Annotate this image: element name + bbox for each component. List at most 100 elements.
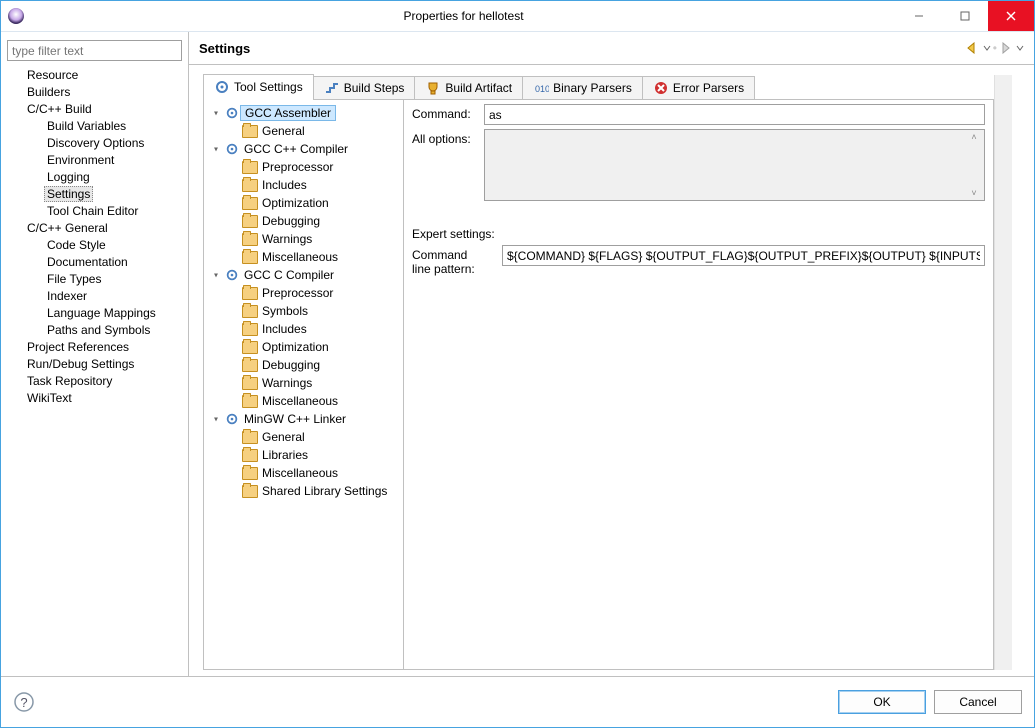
sidebar: ResourceBuildersC/C++ BuildBuild Variabl…: [1, 32, 189, 676]
nav-item[interactable]: Code Style: [7, 237, 182, 254]
tool-tree-item[interactable]: ▾MinGW C++ Linker: [206, 410, 401, 428]
tool-tree-item[interactable]: Debugging: [206, 212, 401, 230]
command-input[interactable]: [484, 104, 985, 125]
tab-bar: Tool Settings Build Steps Build Artifact: [203, 75, 994, 100]
tool-tree-item[interactable]: Warnings: [206, 230, 401, 248]
tool-tree-item[interactable]: Miscellaneous: [206, 248, 401, 266]
nav-item[interactable]: Discovery Options: [7, 135, 182, 152]
help-button[interactable]: ?: [13, 691, 35, 713]
filter-input[interactable]: [7, 40, 182, 61]
nav-item[interactable]: Environment: [7, 152, 182, 169]
tool-tree-label: Miscellaneous: [260, 250, 340, 264]
all-options-textarea[interactable]: ˄ ˅: [484, 129, 985, 201]
nav-item[interactable]: File Types: [7, 271, 182, 288]
tool-tree-label: Miscellaneous: [260, 394, 340, 408]
tool-tree-item[interactable]: General: [206, 428, 401, 446]
tool-tree-item[interactable]: Optimization: [206, 338, 401, 356]
pattern-label: Command line pattern:: [412, 245, 502, 276]
folder-icon: [242, 177, 258, 193]
nav-item[interactable]: Paths and Symbols: [7, 322, 182, 339]
tool-tree-item[interactable]: Symbols: [206, 302, 401, 320]
tool-tree-label: Optimization: [260, 340, 331, 354]
tool-tree-item[interactable]: ▾GCC Assembler: [206, 104, 401, 122]
folder-icon: [242, 393, 258, 409]
nav-item[interactable]: Tool Chain Editor: [7, 203, 182, 220]
tool-tree-item[interactable]: Warnings: [206, 374, 401, 392]
forward-button[interactable]: [999, 42, 1024, 54]
nav-tree[interactable]: ResourceBuildersC/C++ BuildBuild Variabl…: [7, 67, 182, 676]
tool-tree-label: Libraries: [260, 448, 310, 462]
trophy-icon: [425, 80, 441, 96]
nav-item[interactable]: Language Mappings: [7, 305, 182, 322]
tool-tree-item[interactable]: General: [206, 122, 401, 140]
tool-tree-item[interactable]: Shared Library Settings: [206, 482, 401, 500]
tool-tree-item[interactable]: Preprocessor: [206, 284, 401, 302]
nav-item[interactable]: C/C++ General: [7, 220, 182, 237]
vertical-scrollbar[interactable]: [994, 75, 1012, 670]
folder-icon: [242, 429, 258, 445]
scroll-up-icon[interactable]: ˄: [966, 132, 982, 142]
nav-item[interactable]: Indexer: [7, 288, 182, 305]
nav-item[interactable]: WikiText: [7, 390, 182, 407]
folder-icon: [242, 303, 258, 319]
tool-tree-item[interactable]: Libraries: [206, 446, 401, 464]
tab-build-steps[interactable]: Build Steps: [313, 76, 416, 99]
tool-tree-label: General: [260, 430, 307, 444]
cancel-button[interactable]: Cancel: [934, 690, 1022, 714]
nav-item[interactable]: Documentation: [7, 254, 182, 271]
close-button[interactable]: [988, 1, 1034, 31]
tool-tree-item[interactable]: Debugging: [206, 356, 401, 374]
nav-item[interactable]: C/C++ Build: [7, 101, 182, 118]
tool-tree-item[interactable]: Miscellaneous: [206, 464, 401, 482]
tool-tree-label: Symbols: [260, 304, 310, 318]
tool-tree-item[interactable]: Includes: [206, 176, 401, 194]
tool-tree-item[interactable]: Optimization: [206, 194, 401, 212]
nav-item[interactable]: Builders: [7, 84, 182, 101]
dialog-footer: ? OK Cancel: [1, 676, 1034, 727]
nav-item[interactable]: Settings: [7, 186, 182, 203]
pattern-input[interactable]: [502, 245, 985, 266]
svg-text:?: ?: [20, 695, 27, 710]
tab-tool-settings[interactable]: Tool Settings: [203, 74, 314, 99]
folder-icon: [242, 159, 258, 175]
folder-icon: [242, 447, 258, 463]
error-icon: [653, 80, 669, 96]
tool-tree-item[interactable]: Includes: [206, 320, 401, 338]
nav-item[interactable]: Build Variables: [7, 118, 182, 135]
properties-window: Properties for hellotest ResourceBuilder…: [0, 0, 1035, 728]
scroll-down-icon[interactable]: ˅: [966, 188, 982, 198]
app-icon: [1, 8, 31, 24]
svg-text:010: 010: [535, 84, 549, 94]
nav-item[interactable]: Resource: [7, 67, 182, 84]
ok-button[interactable]: OK: [838, 690, 926, 714]
folder-icon: [242, 285, 258, 301]
nav-item[interactable]: Logging: [7, 169, 182, 186]
folder-icon: [242, 123, 258, 139]
maximize-button[interactable]: [942, 1, 988, 31]
tool-tree-label: GCC C++ Compiler: [242, 142, 350, 156]
window-title: Properties for hellotest: [31, 9, 896, 23]
tab-error-parsers[interactable]: Error Parsers: [642, 76, 755, 99]
tab-build-artifact[interactable]: Build Artifact: [414, 76, 523, 99]
folder-icon: [242, 375, 258, 391]
tool-tree-label: Optimization: [260, 196, 331, 210]
nav-item[interactable]: Run/Debug Settings: [7, 356, 182, 373]
tool-settings-form: Command: All options: ˄: [404, 100, 993, 669]
back-button[interactable]: [966, 42, 991, 54]
tool-tree-item[interactable]: Miscellaneous: [206, 392, 401, 410]
tool-tree-label: Preprocessor: [260, 286, 335, 300]
tab-binary-parsers[interactable]: 010 Binary Parsers: [522, 76, 643, 99]
tool-tree-item[interactable]: ▾GCC C++ Compiler: [206, 140, 401, 158]
tool-tree-item[interactable]: ▾GCC C Compiler: [206, 266, 401, 284]
tool-tree[interactable]: ▾GCC AssemblerGeneral▾GCC C++ CompilerPr…: [204, 100, 404, 669]
all-options-label: All options:: [412, 129, 484, 146]
gear-icon: [224, 141, 240, 157]
tool-tree-item[interactable]: Preprocessor: [206, 158, 401, 176]
gear-icon: [224, 267, 240, 283]
tool-tree-label: GCC C Compiler: [242, 268, 336, 282]
tool-tree-label: GCC Assembler: [240, 105, 336, 121]
nav-item[interactable]: Task Repository: [7, 373, 182, 390]
minimize-button[interactable]: [896, 1, 942, 31]
page-header: Settings •: [189, 32, 1034, 65]
nav-item[interactable]: Project References: [7, 339, 182, 356]
